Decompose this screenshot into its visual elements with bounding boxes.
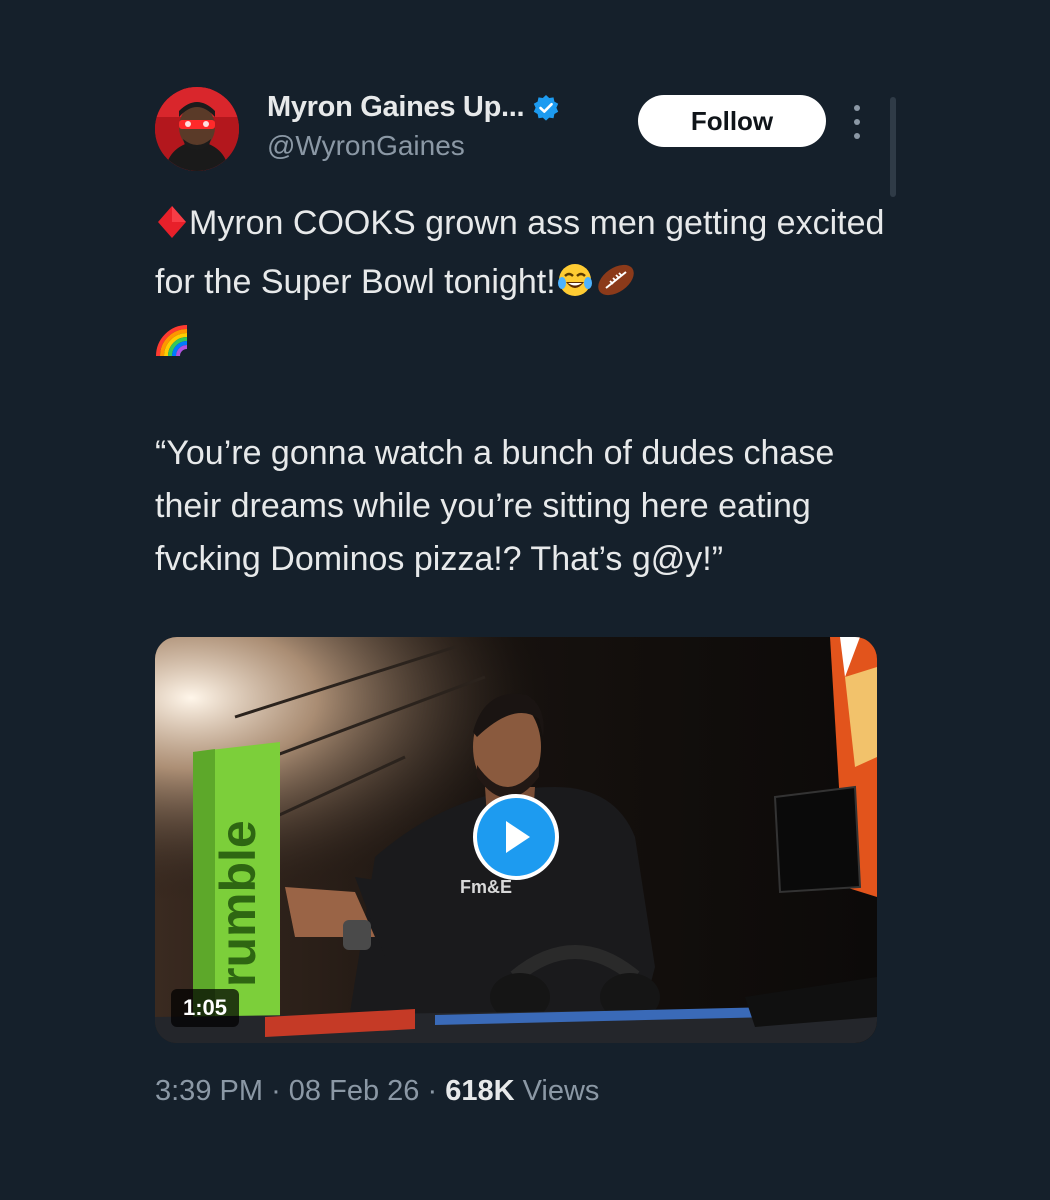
tweet-first-paragraph: Myron COOKS grown ass men getting excite…: [155, 197, 900, 315]
meta-separator: ·: [427, 1075, 438, 1107]
play-button[interactable]: [473, 794, 559, 880]
author-handle[interactable]: @WyronGaines: [267, 130, 560, 162]
tweet-meta: 3:39 PM · 08 Feb 26 · 618K Views: [155, 1075, 599, 1108]
more-options-icon[interactable]: [847, 105, 867, 139]
tweet: Myron Gaines Up... @WyronGaines Follow M…: [155, 85, 900, 1107]
scrollbar[interactable]: [890, 97, 896, 197]
video-player[interactable]: Fm&E rumble 1:05: [155, 637, 877, 1043]
red-diamond-icon: [155, 203, 189, 256]
play-icon: [506, 821, 530, 853]
tweet-date[interactable]: 08 Feb 26: [289, 1075, 420, 1107]
tears-of-joy-icon: [556, 261, 594, 315]
tweet-text: Myron COOKS grown ass men getting excite…: [155, 197, 900, 586]
follow-button[interactable]: Follow: [638, 95, 826, 147]
author-info[interactable]: Myron Gaines Up... @WyronGaines: [267, 91, 560, 162]
tweet-quote: “You’re gonna watch a bunch of dudes cha…: [155, 434, 835, 578]
football-icon: [594, 261, 638, 315]
rainbow-icon: [155, 321, 189, 374]
video-duration: 1:05: [171, 989, 240, 1027]
author-display-name[interactable]: Myron Gaines Up...: [267, 91, 525, 124]
rumble-sign-text: rumble: [210, 820, 266, 987]
meta-separator: ·: [271, 1075, 281, 1107]
tweet-headline: Myron COOKS grown ass men getting excite…: [155, 204, 885, 301]
views-count[interactable]: 618K: [445, 1075, 514, 1107]
tweet-rainbow-line: [155, 315, 900, 374]
views-label: Views: [522, 1075, 600, 1107]
tweet-time[interactable]: 3:39 PM: [155, 1075, 263, 1107]
verified-badge-icon: [532, 94, 560, 122]
tweet-header: Myron Gaines Up... @WyronGaines Follow: [155, 85, 900, 197]
shirt-logo: Fm&E: [460, 877, 512, 897]
avatar[interactable]: [155, 87, 239, 171]
